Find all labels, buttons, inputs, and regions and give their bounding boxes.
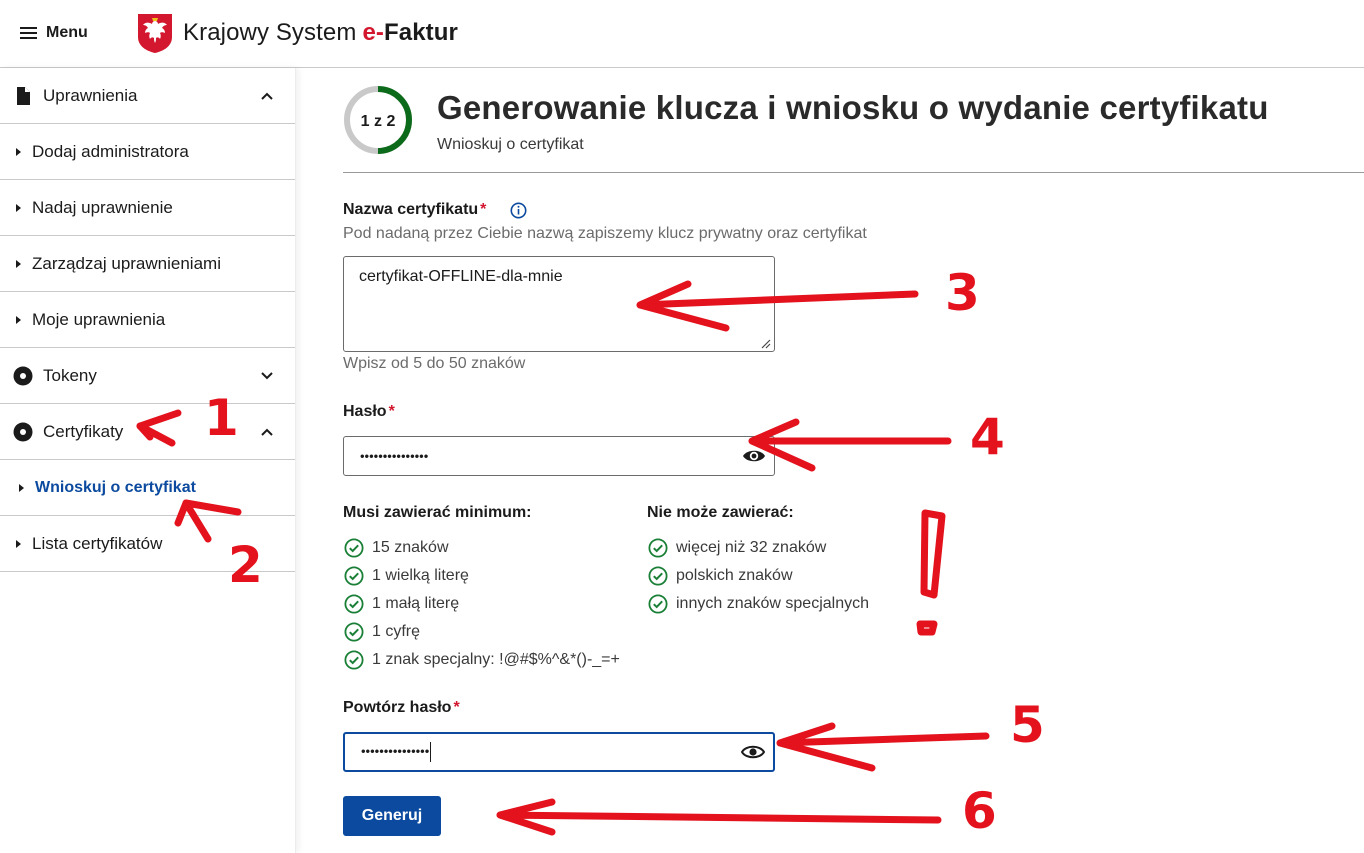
chevron-up-icon: [261, 92, 273, 100]
check-circle-icon: [344, 622, 364, 642]
rule-item: 1 cyfrę: [344, 621, 420, 643]
annotation-arrow-4: [748, 418, 952, 472]
annotation-number-5: 5: [1010, 696, 1045, 754]
sidebar-item-zarzadzaj-uprawnieniami[interactable]: Zarządzaj uprawnieniami: [0, 236, 295, 292]
cert-name-field[interactable]: [343, 256, 775, 352]
bullet-icon: [16, 315, 21, 324]
annotation-number-3: 3: [945, 264, 980, 322]
rule-item: 1 znak specjalny: !@#$%^&*()-_=+: [344, 649, 620, 671]
page-title: Generowanie klucza i wniosku o wydanie c…: [437, 89, 1269, 126]
password-field[interactable]: •••••••••••••••: [343, 436, 775, 476]
disc-icon: [13, 366, 33, 385]
chevron-down-icon: [261, 371, 273, 379]
resize-handle-icon[interactable]: [760, 338, 771, 349]
annotation-arrow-5: [776, 722, 990, 772]
bullet-icon: [16, 203, 21, 212]
check-circle-icon: [344, 538, 364, 558]
annotation-arrow-6: [496, 798, 942, 836]
step-progress-ring: 1 z 2: [343, 85, 413, 155]
rule-item: więcej niż 32 znaków: [648, 537, 826, 559]
bullet-icon: [16, 539, 21, 548]
bullet-icon: [16, 147, 21, 156]
check-circle-icon: [344, 650, 364, 670]
check-circle-icon: [344, 594, 364, 614]
page-subtitle: Wnioskuj o certyfikat: [437, 136, 584, 153]
sidebar-item-tokeny[interactable]: Tokeny: [0, 348, 295, 404]
check-circle-icon: [344, 566, 364, 586]
check-circle-icon: [648, 538, 668, 558]
rule-item: 15 znaków: [344, 537, 449, 559]
must-contain-heading: Musi zawierać minimum:: [343, 504, 532, 521]
polish-eagle-emblem-icon: [138, 14, 172, 53]
annotation-number-4: 4: [970, 408, 1005, 466]
ksef-logo[interactable]: Krajowy System e-Faktur: [137, 13, 458, 53]
sidebar-item-dodaj-administratora[interactable]: Dodaj administratora: [0, 124, 295, 180]
check-circle-icon: [648, 566, 668, 586]
show-password-eye-icon[interactable]: [742, 447, 766, 465]
annotation-number-1: 1: [204, 389, 239, 447]
sidebar-item-uprawnienia[interactable]: Uprawnienia: [0, 68, 295, 124]
text-caret: [430, 742, 432, 762]
rule-item: polskich znaków: [648, 565, 793, 587]
sidebar-item-nadaj-uprawnienie[interactable]: Nadaj uprawnienie: [0, 180, 295, 236]
sidebar: Uprawnienia Dodaj administratora Nadaj u…: [0, 68, 296, 853]
check-circle-icon: [648, 594, 668, 614]
sidebar-item-wnioskuj-o-certyfikat[interactable]: Wnioskuj o certyfikat: [0, 460, 295, 516]
password-value: •••••••••••••••: [360, 448, 429, 464]
top-header: Menu Krajowy System e-Faktur: [0, 0, 1364, 68]
annotation-exclamation: [920, 509, 946, 599]
info-icon[interactable]: [510, 202, 527, 219]
repeat-password-value: •••••••••••••••: [361, 742, 432, 762]
chevron-up-icon: [261, 428, 273, 436]
repeat-password-field[interactable]: •••••••••••••••: [343, 732, 775, 772]
divider: [343, 172, 1364, 173]
rule-item: innych znaków specjalnych: [648, 593, 869, 615]
annotation-number-2: 2: [228, 536, 263, 594]
disc-icon: [13, 422, 33, 441]
bullet-icon: [19, 483, 24, 492]
password-label: Hasło *: [343, 403, 395, 420]
step-counter: 1 z 2: [361, 113, 396, 130]
show-password-eye-icon[interactable]: [741, 743, 765, 761]
generate-button[interactable]: Generuj: [343, 796, 441, 836]
rule-item: 1 małą literę: [344, 593, 459, 615]
cert-name-length-hint: Wpisz od 5 do 50 znaków: [343, 355, 526, 372]
document-icon: [17, 86, 30, 105]
hamburger-icon: [20, 26, 37, 40]
cert-name-hint: Pod nadaną przez Ciebie nazwą zapiszemy …: [343, 225, 867, 242]
must-not-contain-heading: Nie może zawierać:: [647, 504, 794, 521]
cert-name-label: Nazwa certyfikatu *: [343, 201, 487, 218]
sidebar-item-moje-uprawnienia[interactable]: Moje uprawnienia: [0, 292, 295, 348]
annotation-number-6: 6: [962, 782, 997, 840]
bullet-icon: [16, 259, 21, 268]
sidebar-item-certyfikaty[interactable]: Certyfikaty: [0, 404, 295, 460]
brand-name: Krajowy System e-Faktur: [183, 19, 458, 46]
rule-item: 1 wielką literę: [344, 565, 469, 587]
menu-label: Menu: [46, 24, 88, 41]
menu-button[interactable]: Menu: [20, 20, 88, 46]
repeat-password-label: Powtórz hasło *: [343, 699, 460, 716]
